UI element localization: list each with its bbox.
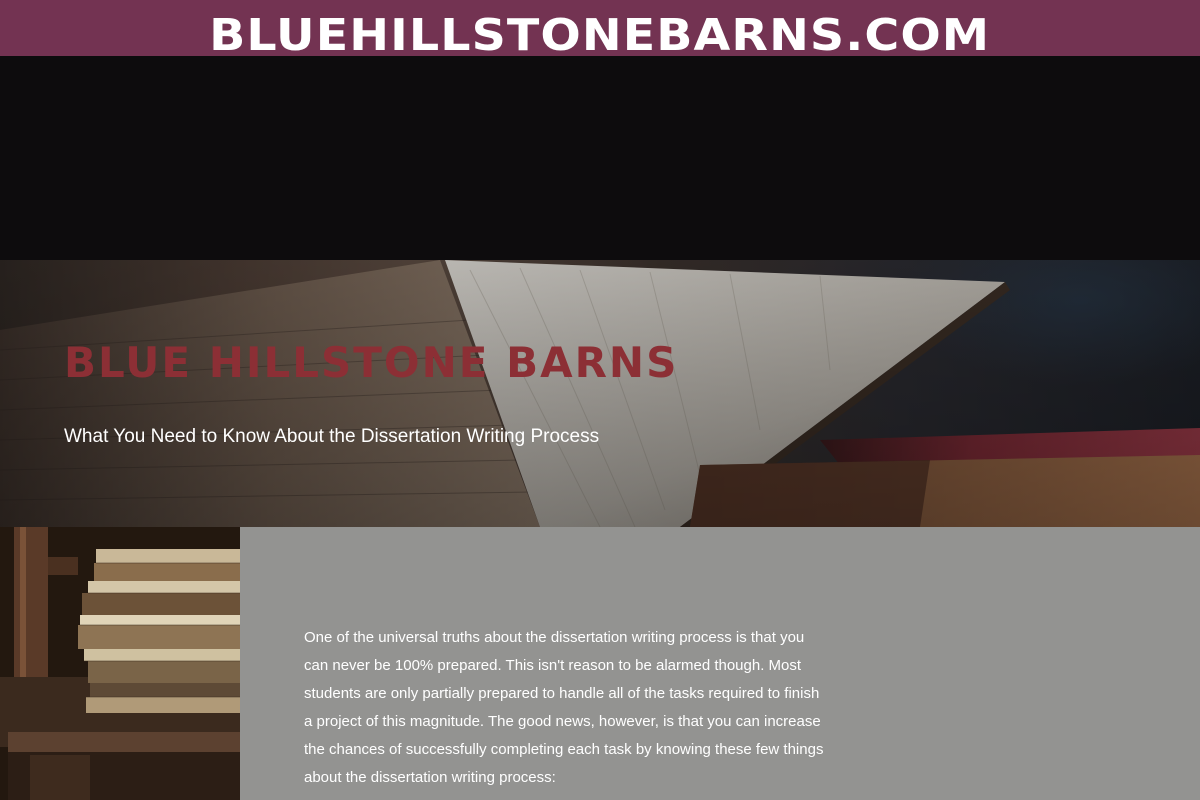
hero-books-image bbox=[0, 260, 1200, 527]
hero-title: BLUE HILLSTONE BARNS bbox=[64, 338, 679, 387]
hero-subtitle: What You Need to Know About the Disserta… bbox=[64, 426, 600, 447]
site-domain-link[interactable]: BLUEHILLSTONEBARNS.COM bbox=[209, 14, 990, 57]
stacked-books-image bbox=[0, 527, 240, 800]
article-intro-paragraph: One of the universal truths about the di… bbox=[304, 629, 824, 786]
dark-header-band bbox=[0, 56, 1200, 260]
content-section: One of the universal truths about the di… bbox=[0, 527, 1200, 800]
hero-section: BLUE HILLSTONE BARNS What You Need to Kn… bbox=[0, 260, 1200, 527]
site-header-banner: BLUEHILLSTONEBARNS.COM bbox=[0, 0, 1200, 56]
